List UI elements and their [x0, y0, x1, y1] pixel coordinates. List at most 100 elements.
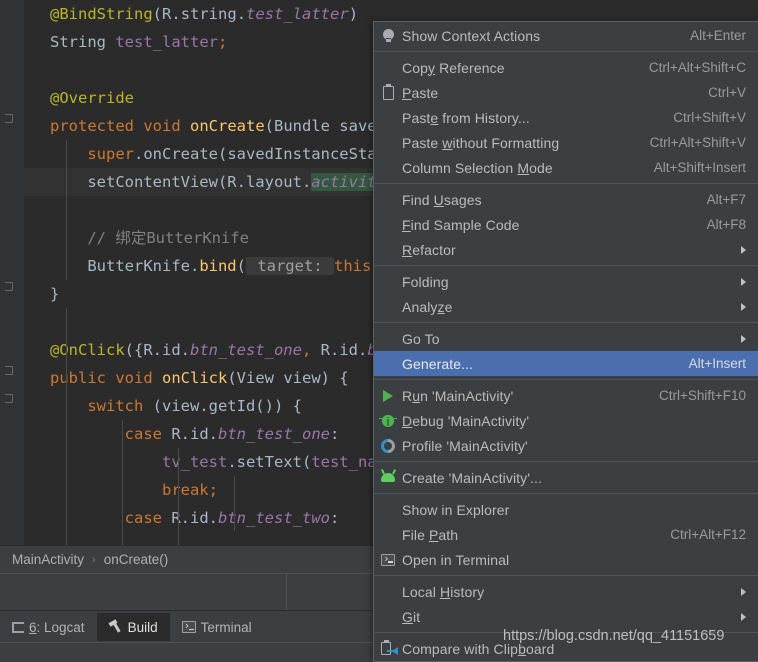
code-token: R.id.	[320, 341, 368, 359]
code-token: switch	[87, 397, 153, 415]
code-token: tv_test	[161, 453, 228, 471]
menu-item-folding[interactable]: Folding	[374, 269, 758, 294]
menu-item-label: Copy Reference	[402, 59, 505, 76]
menu-item-icon-slot	[374, 389, 402, 402]
debug-icon	[379, 414, 397, 427]
menu-separator	[374, 183, 758, 184]
menu-item-label: Show in Explorer	[402, 501, 510, 518]
editor-context-menu[interactable]: Show Context Actions Alt+Enter Copy Refere…	[373, 21, 758, 662]
menu-item-copy-reference[interactable]: Copy Reference Ctrl+Alt+Shift+C	[374, 55, 758, 80]
terminal-icon	[381, 552, 395, 566]
menu-item-label: Terminal	[200, 619, 252, 635]
menu-item-local-history[interactable]: Local History	[374, 579, 758, 604]
menu-item-column-selection-mode[interactable]: Column Selection Mode Alt+Shift+Insert	[374, 155, 758, 180]
chevron-right-icon	[741, 302, 746, 311]
clipboard-icon	[382, 83, 394, 100]
menu-item-shortcut: Ctrl+V	[708, 85, 746, 100]
menu-item-shortcut: Ctrl+Alt+Shift+V	[649, 135, 746, 150]
menu-separator	[374, 51, 758, 52]
code-token: protected	[50, 117, 144, 135]
code-token: ({R.id.	[124, 341, 190, 359]
menu-item-icon-slot	[374, 414, 402, 427]
code-token: ;	[217, 33, 228, 51]
code-token: onCreate	[190, 117, 265, 135]
menu-item-paste[interactable]: Paste Ctrl+V	[374, 80, 758, 105]
menu-item-icon-slot	[374, 639, 402, 656]
menu-item-label: Paste without Formatting	[402, 134, 560, 151]
tool-window-tab-6-logcat[interactable]: 6: Logcat	[0, 613, 97, 641]
menu-item-show-context-actions[interactable]: Show Context Actions Alt+Enter	[374, 23, 758, 48]
menu-item-debug-mainactivity[interactable]: Debug 'MainActivity'	[374, 408, 758, 433]
code-token: :	[329, 425, 340, 443]
code-token: // 绑定ButterKnife	[87, 229, 249, 247]
fold-marker[interactable]	[5, 366, 13, 375]
code-token: R	[162, 5, 172, 23]
indent-guide	[66, 140, 67, 280]
code-token: .onCreate(savedInstanceState);	[134, 145, 414, 163]
menu-item-show-in-explorer[interactable]: Show in Explorer	[374, 497, 758, 522]
menu-item-find-usages[interactable]: Find Usages Alt+F7	[374, 187, 758, 212]
code-token: super	[87, 145, 134, 163]
hammer-icon	[108, 619, 123, 634]
menu-item-label: Paste from History...	[402, 109, 530, 126]
menu-item-shortcut: Ctrl+Alt+F12	[670, 527, 746, 542]
menu-item-paste-without-formatting[interactable]: Paste without Formatting Ctrl+Alt+Shift+V	[374, 130, 758, 155]
code-token: bind	[199, 257, 237, 275]
breadcrumb-item-method[interactable]: onCreate()	[100, 552, 173, 567]
fold-marker[interactable]	[5, 282, 13, 291]
menu-item-go-to[interactable]: Go To	[374, 326, 758, 351]
chevron-right-icon	[741, 277, 746, 286]
menu-item-run-mainactivity[interactable]: Run 'MainActivity' Ctrl+Shift+F10	[374, 383, 758, 408]
menu-item-label: Paste	[402, 84, 439, 101]
menu-item-shortcut: Alt+Shift+Insert	[653, 160, 746, 175]
menu-separator	[374, 379, 758, 380]
menu-item-label: Compare with Clipboard	[402, 640, 555, 657]
indent-guide	[66, 308, 67, 545]
logcat-icon	[12, 621, 24, 633]
menu-item-icon-slot	[374, 28, 402, 43]
tool-window-tab-terminal[interactable]: Terminal	[170, 613, 264, 641]
menu-item-icon-slot	[374, 435, 402, 456]
menu-item-label: Run 'MainActivity'	[402, 387, 514, 404]
menu-item-label: Find Usages	[402, 191, 482, 208]
menu-item-find-sample-code[interactable]: Find Sample Code Alt+F8	[374, 212, 758, 237]
code-token: target:	[245, 257, 334, 275]
breadcrumb-separator-icon: ›	[92, 553, 96, 566]
menu-item-label: Open in Terminal	[402, 551, 510, 568]
code-token: void	[143, 117, 190, 135]
menu-separator	[374, 493, 758, 494]
fold-marker[interactable]	[5, 114, 13, 123]
code-token: case	[124, 425, 172, 443]
code-token: ButterKnife.	[87, 257, 200, 275]
menu-item-label: File Path	[402, 526, 459, 543]
chevron-right-icon	[741, 334, 746, 343]
android-icon	[381, 473, 395, 482]
fold-marker[interactable]	[5, 394, 13, 403]
editor-gutter[interactable]	[0, 0, 24, 545]
tool-window-tabs[interactable]: 6: Logcat Build Terminal	[0, 613, 264, 641]
menu-item-generate[interactable]: Generate... Alt+Insert	[374, 351, 758, 376]
panel-divider	[286, 574, 287, 611]
menu-item-create-mainactivity[interactable]: Create 'MainActivity'...	[374, 465, 758, 490]
menu-item-shortcut: Alt+F8	[706, 217, 746, 232]
menu-item-file-path[interactable]: File Path Ctrl+Alt+F12	[374, 522, 758, 547]
menu-item-refactor[interactable]: Refactor	[374, 237, 758, 262]
menu-item-profile-mainactivity[interactable]: Profile 'MainActivity'	[374, 433, 758, 458]
indent-guide	[178, 448, 179, 545]
code-token: public	[50, 369, 116, 387]
tool-window-tab-build[interactable]: Build	[96, 613, 170, 641]
menu-item-paste-from-history[interactable]: Paste from History... Ctrl+Shift+V	[374, 105, 758, 130]
menu-separator	[374, 632, 758, 633]
menu-item-compare-with-clipboard[interactable]: Compare with Clipboard	[374, 636, 758, 661]
code-token: }	[50, 285, 60, 303]
menu-item-shortcut: Alt+F7	[706, 192, 746, 207]
lightbulb-icon	[382, 28, 394, 43]
menu-item-analyze[interactable]: Analyze	[374, 294, 758, 319]
menu-item-git[interactable]: Git	[374, 604, 758, 629]
menu-item-open-in-terminal[interactable]: Open in Terminal	[374, 547, 758, 572]
code-token: (view.getId()) {	[152, 397, 302, 415]
menu-item-label: 6: Logcat	[29, 619, 85, 635]
code-token: btn_test_one	[189, 341, 302, 359]
menu-item-label: Folding	[402, 273, 449, 290]
breadcrumb-item-class[interactable]: MainActivity	[8, 552, 88, 567]
